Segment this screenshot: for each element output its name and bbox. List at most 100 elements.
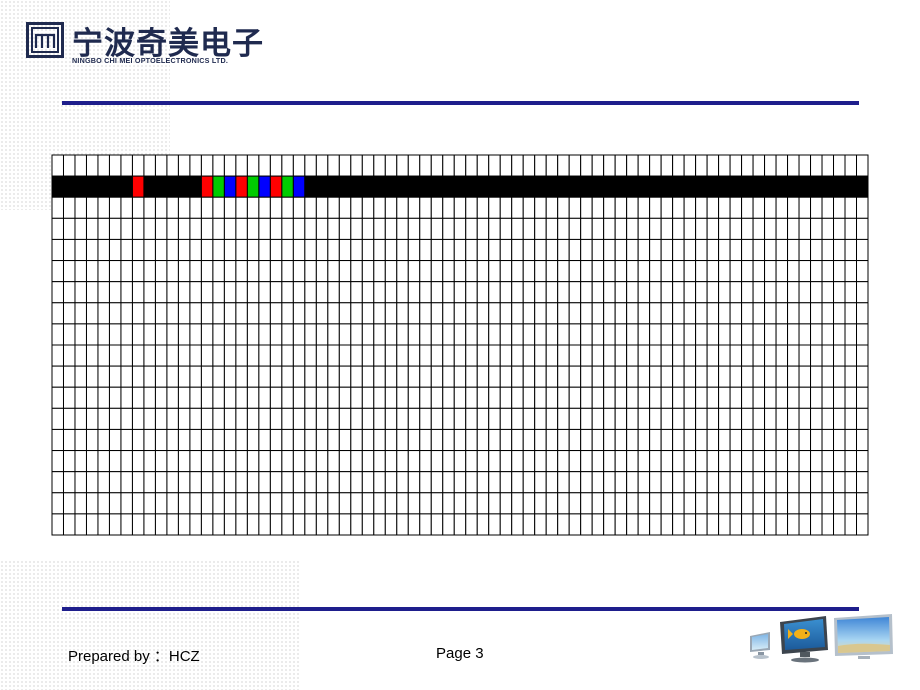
grid-cell bbox=[269, 281, 283, 304]
grid-cell bbox=[453, 217, 467, 240]
grid-cell bbox=[373, 302, 386, 325]
grid-cell bbox=[177, 323, 191, 346]
grid-cell bbox=[626, 471, 639, 494]
grid-cell bbox=[741, 344, 754, 367]
highlight-cell bbox=[51, 175, 64, 198]
grid-cell bbox=[269, 513, 283, 536]
grid-cell bbox=[246, 386, 260, 409]
grid-cell bbox=[154, 344, 168, 367]
grid-cell bbox=[580, 428, 593, 452]
grid-cell bbox=[672, 323, 685, 346]
grid-cell bbox=[534, 450, 547, 473]
grid-cell bbox=[741, 238, 754, 262]
grid-cell bbox=[695, 365, 708, 388]
grid-cell bbox=[856, 365, 869, 388]
grid-cell bbox=[361, 154, 375, 177]
grid-cell bbox=[810, 154, 823, 177]
grid-cell bbox=[212, 217, 225, 240]
grid-cell bbox=[534, 365, 547, 388]
grid-cell bbox=[143, 196, 156, 219]
grid-cell bbox=[752, 492, 766, 515]
grid-cell bbox=[246, 217, 260, 240]
grid-cell bbox=[614, 344, 628, 367]
grid-cell bbox=[718, 281, 731, 304]
grid-cell bbox=[350, 407, 363, 430]
grid-cell bbox=[74, 386, 87, 409]
grid-cell bbox=[844, 302, 858, 325]
grid-cell bbox=[200, 302, 214, 325]
grid-cell bbox=[235, 344, 248, 367]
grid-cell bbox=[315, 471, 329, 494]
grid-cell bbox=[775, 365, 789, 388]
grid-cell bbox=[557, 217, 570, 240]
grid-cell bbox=[683, 154, 697, 177]
header-rule bbox=[62, 101, 859, 105]
grid-cell bbox=[603, 386, 616, 409]
highlight-cell bbox=[695, 175, 708, 198]
grid-cell bbox=[304, 344, 317, 367]
grid-cell bbox=[844, 450, 858, 473]
grid-cell bbox=[821, 217, 835, 240]
grid-cell bbox=[212, 428, 225, 452]
grid-cell bbox=[591, 471, 605, 494]
grid-cell bbox=[706, 386, 720, 409]
grid-cell bbox=[591, 365, 605, 388]
grid-cell bbox=[373, 492, 386, 515]
grid-cell bbox=[568, 450, 582, 473]
highlight-cell bbox=[741, 175, 754, 198]
grid-cell bbox=[120, 407, 133, 430]
grid-cell bbox=[189, 281, 202, 304]
grid-cell bbox=[522, 281, 536, 304]
grid-cell bbox=[177, 513, 191, 536]
grid-cell bbox=[568, 196, 582, 219]
grid-cell bbox=[603, 260, 616, 283]
grid-cell bbox=[120, 154, 133, 177]
grid-cell bbox=[499, 154, 513, 177]
grid-cell bbox=[384, 450, 398, 473]
grid-cell bbox=[396, 281, 409, 304]
grid-cell bbox=[695, 513, 708, 536]
grid-cell bbox=[649, 302, 662, 325]
grid-cell bbox=[488, 365, 501, 388]
grid-cell bbox=[430, 386, 444, 409]
grid-cell bbox=[338, 492, 352, 515]
grid-cell bbox=[350, 365, 363, 388]
grid-cell bbox=[695, 344, 708, 367]
grid-cell bbox=[557, 323, 570, 346]
grid-cell bbox=[361, 471, 375, 494]
grid-cell bbox=[499, 513, 513, 536]
grid-cell bbox=[281, 471, 294, 494]
grid-cell bbox=[269, 217, 283, 240]
grid-cell bbox=[97, 407, 110, 430]
grid-cell bbox=[51, 154, 64, 177]
grid-cell bbox=[143, 323, 156, 346]
grid-cell bbox=[396, 260, 409, 283]
grid-cell bbox=[511, 154, 524, 177]
grid-cell bbox=[637, 281, 651, 304]
grid-cell bbox=[534, 302, 547, 325]
grid-cell bbox=[396, 450, 409, 473]
grid-cell bbox=[591, 492, 605, 515]
grid-cell bbox=[189, 407, 202, 430]
grid-cell bbox=[442, 407, 455, 430]
grid-cell bbox=[775, 513, 789, 536]
grid-cell bbox=[62, 386, 76, 409]
grid-cell bbox=[235, 154, 248, 177]
grid-cell bbox=[545, 281, 559, 304]
grid-cell bbox=[752, 217, 766, 240]
grid-cell bbox=[442, 217, 455, 240]
grid-cell bbox=[499, 386, 513, 409]
grid-cell bbox=[120, 281, 133, 304]
grid-cell bbox=[246, 513, 260, 536]
grid-cell bbox=[844, 365, 858, 388]
grid-cell bbox=[718, 365, 731, 388]
grid-cell bbox=[660, 260, 674, 283]
grid-cell bbox=[591, 323, 605, 346]
grid-cell bbox=[74, 196, 87, 219]
grid-cell bbox=[787, 302, 800, 325]
grid-cell bbox=[787, 217, 800, 240]
grid-cell bbox=[557, 302, 570, 325]
grid-cell bbox=[683, 196, 697, 219]
grid-cell bbox=[683, 365, 697, 388]
grid-cell bbox=[442, 365, 455, 388]
